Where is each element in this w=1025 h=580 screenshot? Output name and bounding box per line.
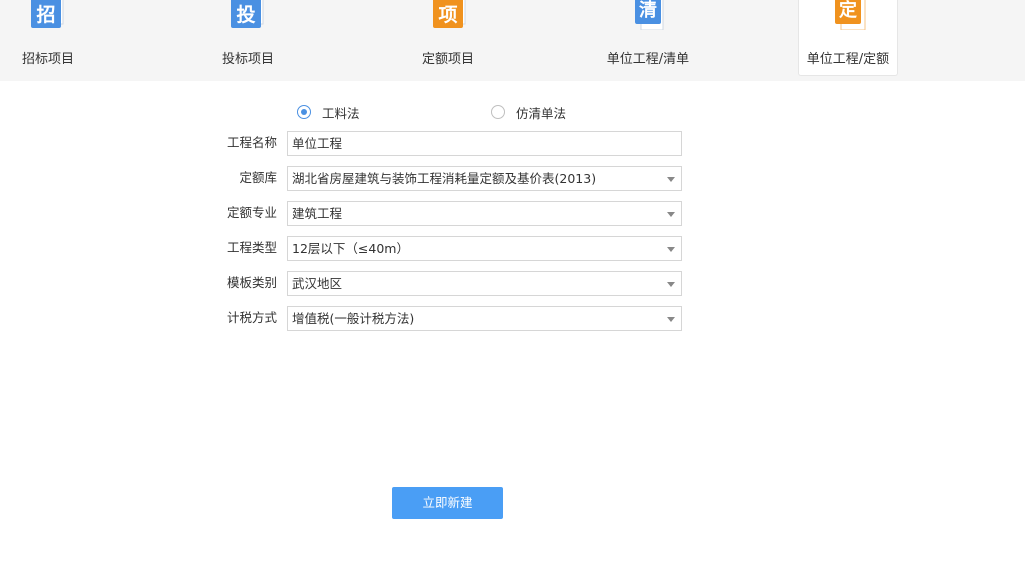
quota-specialty-select[interactable]: 建筑工程 [287, 201, 682, 226]
radio-labor-material-method[interactable]: 工料法 [297, 102, 360, 122]
svg-text:清: 清 [639, 0, 657, 21]
tab-bid-invite-project[interactable]: 招 招标项目 [0, 0, 98, 76]
chevron-down-icon [667, 282, 675, 287]
tab-label: 投标项目 [221, 52, 274, 67]
tab-label: 招标项目 [21, 52, 74, 67]
tab-label: 单位工程/定额 [806, 52, 890, 67]
project-type-select[interactable]: 12层以下（≤40m） [287, 236, 682, 261]
bid-submit-icon: 投 [231, 0, 264, 28]
radio-button-checked[interactable] [297, 105, 311, 119]
create-now-button[interactable]: 立即新建 [392, 487, 503, 519]
radio-imitation-bill-method[interactable]: 仿清单法 [491, 102, 566, 122]
template-category-label: 模板类别 [226, 275, 277, 290]
project-name-label: 工程名称 [226, 135, 277, 150]
chevron-down-icon [667, 317, 675, 322]
radio-button-unchecked[interactable] [491, 105, 505, 119]
tax-method-label: 计税方式 [226, 310, 277, 325]
quota-specialty-value: 建筑工程 [292, 206, 343, 221]
project-type-value: 12层以下（≤40m） [292, 241, 409, 256]
project-type-label: 工程类型 [226, 240, 277, 255]
radio-label: 仿清单法 [516, 105, 567, 121]
quota-library-select[interactable]: 湖北省房屋建筑与装饰工程消耗量定额及基价表(2013) [287, 166, 682, 191]
svg-text:招: 招 [36, 3, 55, 26]
quota-icon: 定 [835, 0, 866, 30]
tab-label: 单位工程/清单 [606, 52, 690, 67]
project-name-input[interactable]: 单位工程 [287, 131, 682, 156]
quota-specialty-label: 定额专业 [226, 205, 277, 220]
tax-method-select[interactable]: 增值税(一般计税方法) [287, 306, 682, 331]
bill-list-icon: 清 [635, 0, 664, 30]
tab-unit-project-quota[interactable]: 定 单位工程/定额 [798, 0, 898, 76]
svg-text:投: 投 [236, 3, 255, 26]
template-category-value: 武汉地区 [292, 276, 343, 291]
chevron-down-icon [667, 212, 675, 217]
project-name-value: 单位工程 [292, 136, 343, 151]
tax-method-value: 增值税(一般计税方法) [292, 311, 415, 326]
tab-bid-submit-project[interactable]: 投 投标项目 [198, 0, 298, 76]
quota-library-label: 定额库 [239, 170, 277, 185]
project-type-tabbar: 招 招标项目 投 投标项目 项 定额项目 清 单位工程/清单 定 单位工程/定额 [0, 0, 1025, 81]
tab-unit-project-bill[interactable]: 清 单位工程/清单 [598, 0, 698, 76]
bid-invite-icon: 招 [31, 0, 64, 28]
radio-label: 工料法 [322, 105, 360, 121]
tab-label: 定额项目 [421, 52, 474, 67]
svg-text:定: 定 [839, 0, 857, 21]
chevron-down-icon [667, 247, 675, 252]
tab-quota-project[interactable]: 项 定额项目 [398, 0, 498, 76]
quota-library-value: 湖北省房屋建筑与装饰工程消耗量定额及基价表(2013) [292, 171, 597, 186]
template-category-select[interactable]: 武汉地区 [287, 271, 682, 296]
chevron-down-icon [667, 177, 675, 182]
svg-text:项: 项 [438, 4, 457, 26]
quota-project-icon: 项 [433, 0, 466, 28]
